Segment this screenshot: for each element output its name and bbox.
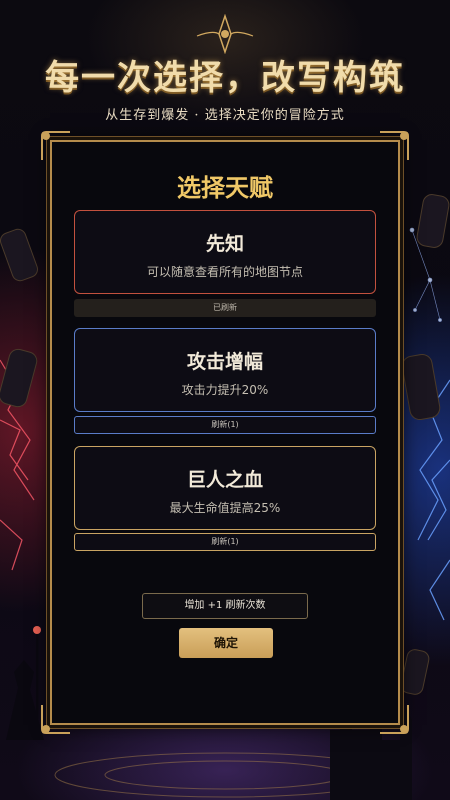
crest-ornament-icon (196, 14, 254, 54)
talent-name: 攻击增幅 (186, 351, 263, 373)
subheadline: 从生存到爆发 · 选择决定你的冒险方式 (105, 108, 345, 123)
refreshed-label: 已刷新 (74, 299, 376, 317)
talent-description: 可以随意查看所有的地图节点 (146, 265, 303, 279)
talent-name: 巨人之血 (186, 469, 263, 491)
refresh-button[interactable]: 刷新(1) (74, 416, 376, 434)
talent-description: 最大生命值提高25% (169, 501, 281, 515)
corner-ornament-icon (41, 705, 70, 734)
corner-ornament-icon (41, 131, 70, 160)
talent-selection-panel: 选择天赋 先知 可以随意查看所有的地图节点 已刷新 攻击增幅 攻击力提升20% … (41, 131, 409, 734)
talent-card-giant-blood[interactable]: 巨人之血 最大生命值提高25% (74, 446, 376, 530)
confirm-button[interactable]: 确定 (179, 628, 273, 658)
talent-name: 先知 (205, 233, 244, 255)
panel-title: 选择天赋 (177, 174, 273, 202)
headline: 每一次选择，改写构筑 (45, 58, 405, 98)
corner-ornament-icon (380, 705, 409, 734)
refresh-button[interactable]: 刷新(1) (74, 533, 376, 551)
talent-card-prophet[interactable]: 先知 可以随意查看所有的地图节点 (74, 210, 376, 294)
add-refresh-button[interactable]: 增加 +1 刷新次数 (142, 593, 308, 619)
corner-ornament-icon (380, 131, 409, 160)
talent-card-attack-boost[interactable]: 攻击增幅 攻击力提升20% (74, 328, 376, 412)
talent-description: 攻击力提升20% (181, 383, 269, 397)
